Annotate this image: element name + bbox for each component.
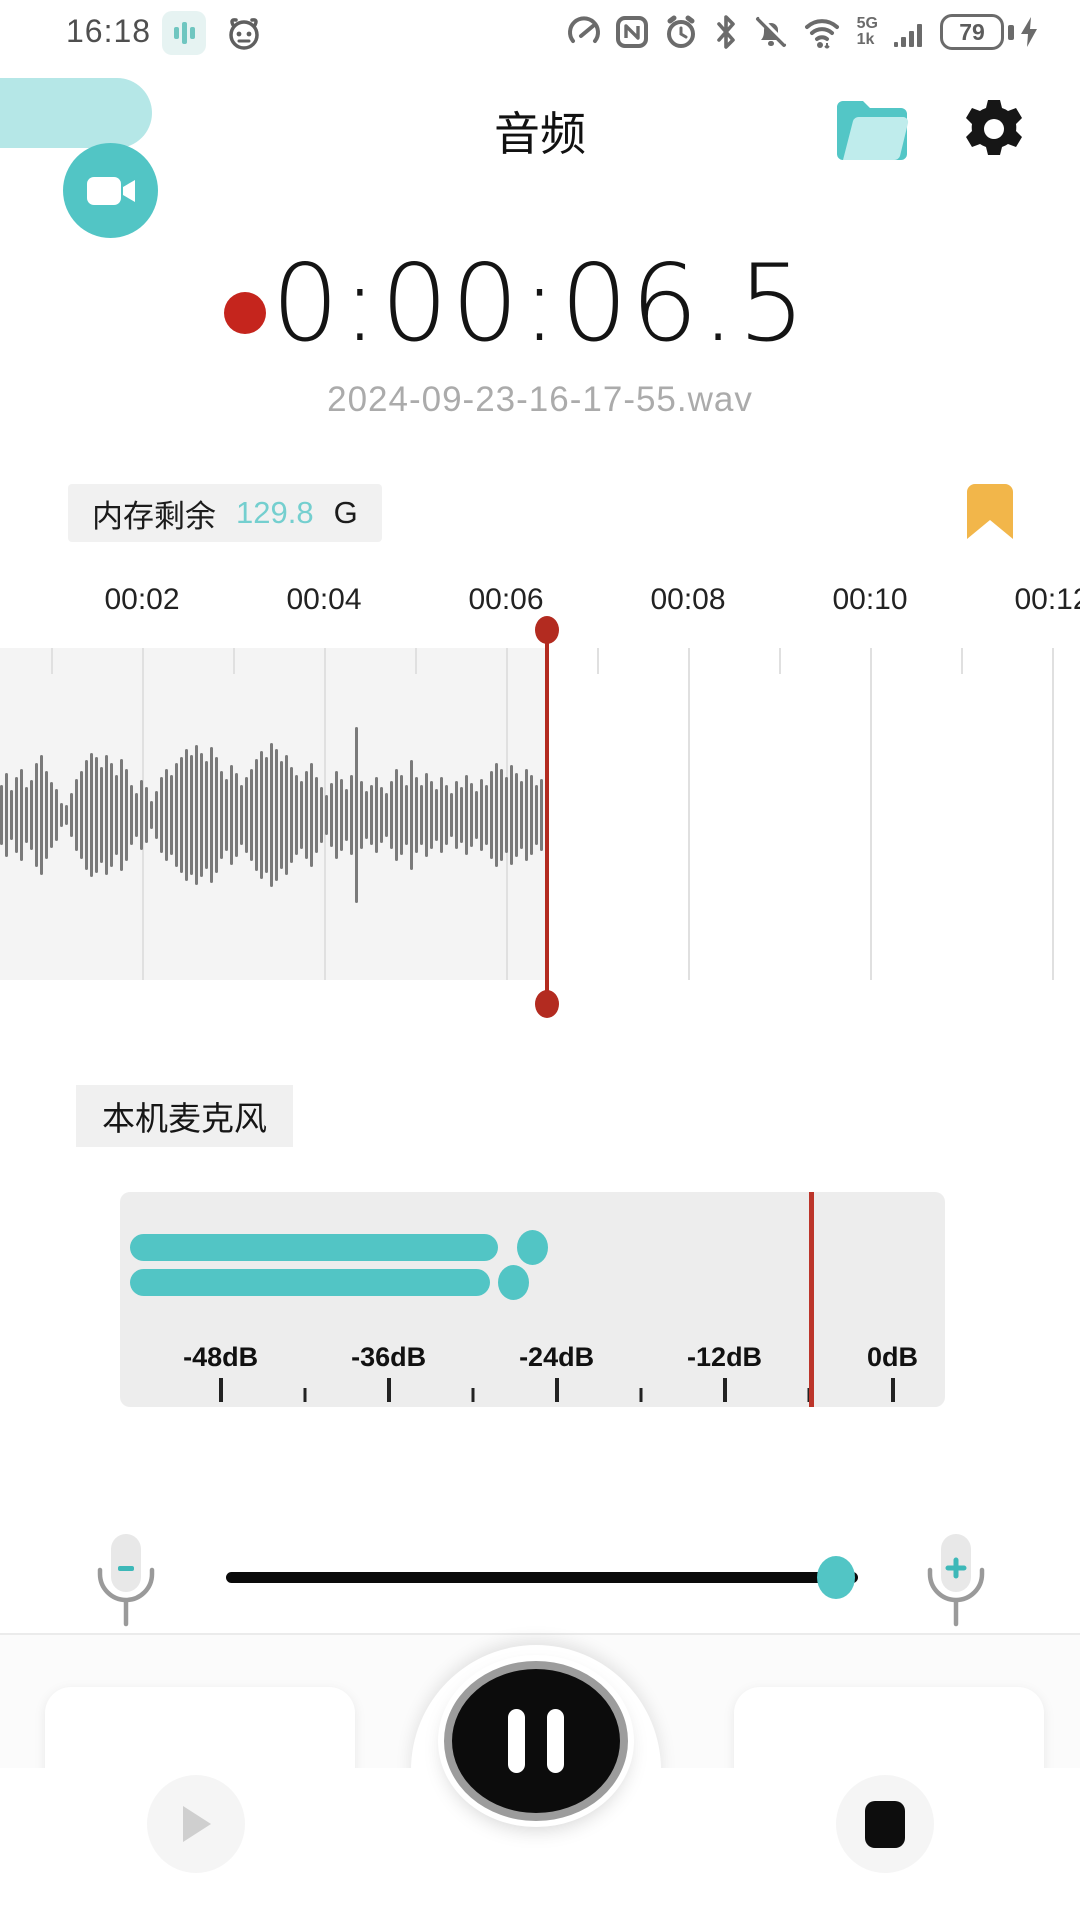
storage-value: 129.8 (236, 495, 314, 531)
alarm-icon (663, 14, 699, 50)
folder-icon[interactable] (833, 97, 911, 163)
meter-level-bar (130, 1269, 490, 1296)
status-icons: 5G 1k 79 (567, 11, 1040, 53)
timeline-label: 00:08 (650, 583, 725, 617)
nfc-icon (615, 15, 649, 49)
timeline-label: 00:10 (832, 583, 907, 617)
meter-peak-dot (517, 1230, 548, 1265)
data-saver-icon (567, 15, 601, 49)
clock: 16:18 (66, 13, 151, 50)
play-icon (179, 1804, 213, 1844)
pause-button[interactable] (444, 1661, 628, 1821)
mute-icon (753, 14, 789, 50)
bookmark-icon[interactable] (964, 482, 1016, 542)
mic-volume-thumb[interactable] (817, 1556, 855, 1599)
timeline-label: 00:04 (286, 583, 361, 617)
meter-label: 0dB (867, 1342, 918, 1373)
mic-volume-slider[interactable] (226, 1572, 858, 1583)
stop-button[interactable] (836, 1775, 934, 1873)
storage-label: 内存剩余 (92, 491, 216, 536)
bluetooth-icon (713, 14, 739, 50)
mic-source-chip: 本机麦克风 (76, 1085, 293, 1147)
timeline-label: 00:06 (468, 583, 543, 617)
pause-icon (508, 1709, 525, 1773)
charging-icon (1018, 16, 1040, 48)
recording-timer: 0:00:06.5 (0, 242, 1080, 365)
playhead-top-handle[interactable] (535, 616, 559, 644)
timeline-label: 00:02 (104, 583, 179, 617)
recording-filename: 2024-09-23-16-17-55.wav (0, 380, 1080, 420)
level-meter: -48dB -36dB -24dB -12dB 0dB (120, 1192, 945, 1407)
recorder-app-icon (162, 11, 206, 55)
network-type: 5G 1k (857, 16, 878, 48)
timeline-label: 00:12 (1014, 583, 1080, 617)
play-button[interactable] (147, 1775, 245, 1873)
stop-icon (865, 1801, 905, 1848)
assistant-icon (224, 13, 264, 53)
recorder-app-screen: 16:18 5G 1k 79 (0, 0, 1080, 1920)
status-bar: 16:18 5G 1k 79 (0, 0, 1080, 62)
meter-label: -36dB (351, 1342, 426, 1373)
mic-minus-icon[interactable] (88, 1528, 164, 1632)
meter-clip-line (809, 1192, 814, 1407)
mic-plus-icon[interactable] (918, 1528, 994, 1632)
battery-icon: 79 (940, 14, 1040, 50)
meter-peak-dot (498, 1265, 529, 1300)
battery-percent: 79 (940, 14, 1004, 50)
meter-label: -24dB (519, 1342, 594, 1373)
storage-unit: G (334, 495, 358, 531)
playhead-line[interactable] (545, 638, 549, 1002)
meter-level-bar (130, 1234, 498, 1261)
signal-icon (892, 14, 926, 50)
playhead-bottom-handle[interactable] (535, 990, 559, 1018)
page-title: 音频 (0, 98, 1080, 164)
storage-remaining: 内存剩余 129.8 G (68, 484, 382, 542)
meter-label: -12dB (687, 1342, 762, 1373)
gear-icon[interactable] (961, 96, 1027, 162)
meter-label: -48dB (183, 1342, 258, 1373)
waveform-scrubber[interactable] (0, 648, 1080, 980)
wifi-icon (803, 14, 843, 50)
